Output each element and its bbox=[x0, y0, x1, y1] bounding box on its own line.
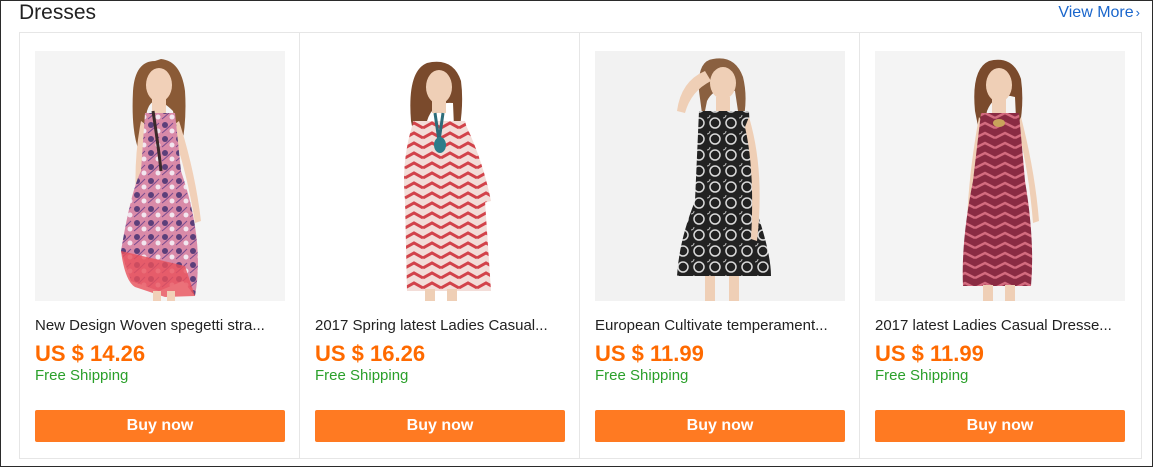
free-shipping-label: Free Shipping bbox=[315, 367, 409, 384]
chevron-right-icon: › bbox=[1135, 5, 1140, 20]
product-image[interactable] bbox=[875, 51, 1125, 301]
product-image[interactable] bbox=[315, 51, 565, 301]
free-shipping-label: Free Shipping bbox=[35, 367, 129, 384]
buy-now-button[interactable]: Buy now bbox=[595, 410, 845, 442]
product-image[interactable] bbox=[595, 51, 845, 301]
product-grid: New Design Woven spegetti stra... US $ 1… bbox=[19, 32, 1142, 459]
product-card[interactable]: 2017 latest Ladies Casual Dresse... US $… bbox=[860, 33, 1140, 458]
section-title: Dresses bbox=[19, 1, 97, 24]
dresses-section: Dresses View More › New Design Woven spe… bbox=[0, 0, 1153, 467]
product-price: US $ 11.99 bbox=[595, 341, 704, 366]
product-card[interactable]: New Design Woven spegetti stra... US $ 1… bbox=[20, 33, 300, 458]
product-title[interactable]: 2017 Spring latest Ladies Casual... bbox=[315, 317, 567, 334]
free-shipping-label: Free Shipping bbox=[875, 367, 969, 384]
buy-now-button[interactable]: Buy now bbox=[35, 410, 285, 442]
buy-now-button[interactable]: Buy now bbox=[315, 410, 565, 442]
view-more-link[interactable]: View More › bbox=[1058, 4, 1140, 22]
product-title[interactable]: New Design Woven spegetti stra... bbox=[35, 317, 287, 334]
buy-now-button[interactable]: Buy now bbox=[875, 410, 1125, 442]
product-price: US $ 11.99 bbox=[875, 341, 984, 366]
view-more-label: View More bbox=[1058, 4, 1134, 21]
product-title[interactable]: 2017 latest Ladies Casual Dresse... bbox=[875, 317, 1127, 334]
product-card[interactable]: 2017 Spring latest Ladies Casual... US $… bbox=[300, 33, 580, 458]
product-price: US $ 16.26 bbox=[315, 341, 426, 366]
free-shipping-label: Free Shipping bbox=[595, 367, 689, 384]
product-price: US $ 14.26 bbox=[35, 341, 146, 366]
product-title[interactable]: European Cultivate temperament... bbox=[595, 317, 847, 334]
product-image[interactable] bbox=[35, 51, 285, 301]
product-card[interactable]: European Cultivate temperament... US $ 1… bbox=[580, 33, 860, 458]
